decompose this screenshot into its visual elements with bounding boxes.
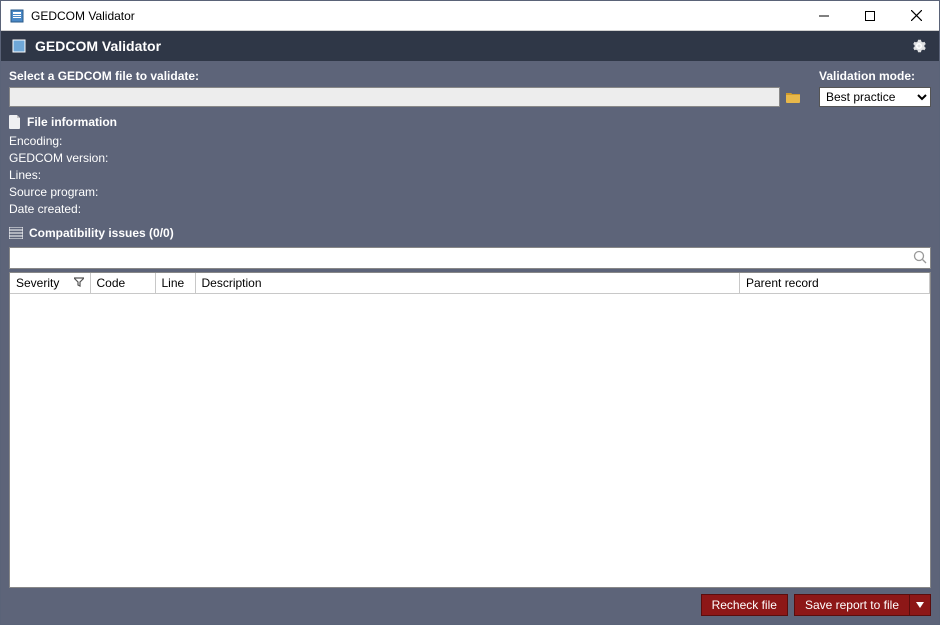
file-path-input[interactable]	[9, 87, 780, 107]
browse-button[interactable]	[783, 87, 803, 107]
file-info-header: File information	[9, 115, 931, 129]
validation-mode-block: Validation mode: Best practice	[819, 69, 931, 107]
top-row: Select a GEDCOM file to validate: Valida…	[9, 69, 931, 107]
gear-icon	[911, 38, 927, 54]
date-created-label: Date created:	[9, 201, 931, 218]
lines-label: Lines:	[9, 167, 931, 184]
file-select-label: Select a GEDCOM file to validate:	[9, 69, 803, 83]
compat-header-text: Compatibility issues (0/0)	[29, 226, 174, 240]
file-icon	[9, 115, 21, 129]
save-report-split-button: Save report to file	[794, 594, 931, 616]
file-info-header-text: File information	[27, 115, 117, 129]
footer-buttons: Recheck file Save report to file	[9, 594, 931, 616]
col-parent[interactable]: Parent record	[740, 273, 930, 294]
recheck-button[interactable]: Recheck file	[701, 594, 788, 616]
filter-icon[interactable]	[74, 276, 84, 290]
compat-header: Compatibility issues (0/0)	[9, 226, 931, 240]
app-header: GEDCOM Validator	[1, 31, 939, 61]
issues-table: Severity Code Line Description Parent re…	[10, 273, 930, 294]
gedcom-version-label: GEDCOM version:	[9, 150, 931, 167]
search-icon	[913, 250, 927, 267]
table-header-row: Severity Code Line Description Parent re…	[10, 273, 930, 294]
search-row	[9, 247, 931, 269]
settings-button[interactable]	[909, 36, 929, 56]
col-code[interactable]: Code	[90, 273, 155, 294]
minimize-button[interactable]	[801, 1, 847, 30]
col-description[interactable]: Description	[195, 273, 740, 294]
col-severity[interactable]: Severity	[10, 273, 90, 294]
file-select-block: Select a GEDCOM file to validate:	[9, 69, 803, 107]
app-title: GEDCOM Validator	[35, 38, 909, 54]
issues-table-wrap: Severity Code Line Description Parent re…	[9, 272, 931, 588]
app-header-icon	[11, 38, 27, 54]
file-info-section: File information Encoding: GEDCOM versio…	[9, 115, 931, 218]
file-info-lines: Encoding: GEDCOM version: Lines: Source …	[9, 133, 931, 218]
window-title: GEDCOM Validator	[31, 9, 801, 23]
search-input[interactable]	[9, 247, 931, 269]
close-button[interactable]	[893, 1, 939, 30]
encoding-label: Encoding:	[9, 133, 931, 150]
list-icon	[9, 227, 23, 239]
col-line[interactable]: Line	[155, 273, 195, 294]
validation-mode-label: Validation mode:	[819, 69, 931, 83]
app-icon	[9, 8, 25, 24]
source-program-label: Source program:	[9, 184, 931, 201]
validation-mode-select[interactable]: Best practice	[819, 87, 931, 107]
window-controls	[801, 1, 939, 30]
save-report-dropdown[interactable]	[909, 594, 931, 616]
maximize-button[interactable]	[847, 1, 893, 30]
save-report-button[interactable]: Save report to file	[794, 594, 909, 616]
chevron-down-icon	[916, 602, 924, 608]
main-content: Select a GEDCOM file to validate: Valida…	[1, 61, 939, 624]
compatibility-section: Compatibility issues (0/0) Severity	[9, 226, 931, 616]
window-titlebar: GEDCOM Validator	[1, 1, 939, 31]
folder-icon	[785, 90, 801, 104]
